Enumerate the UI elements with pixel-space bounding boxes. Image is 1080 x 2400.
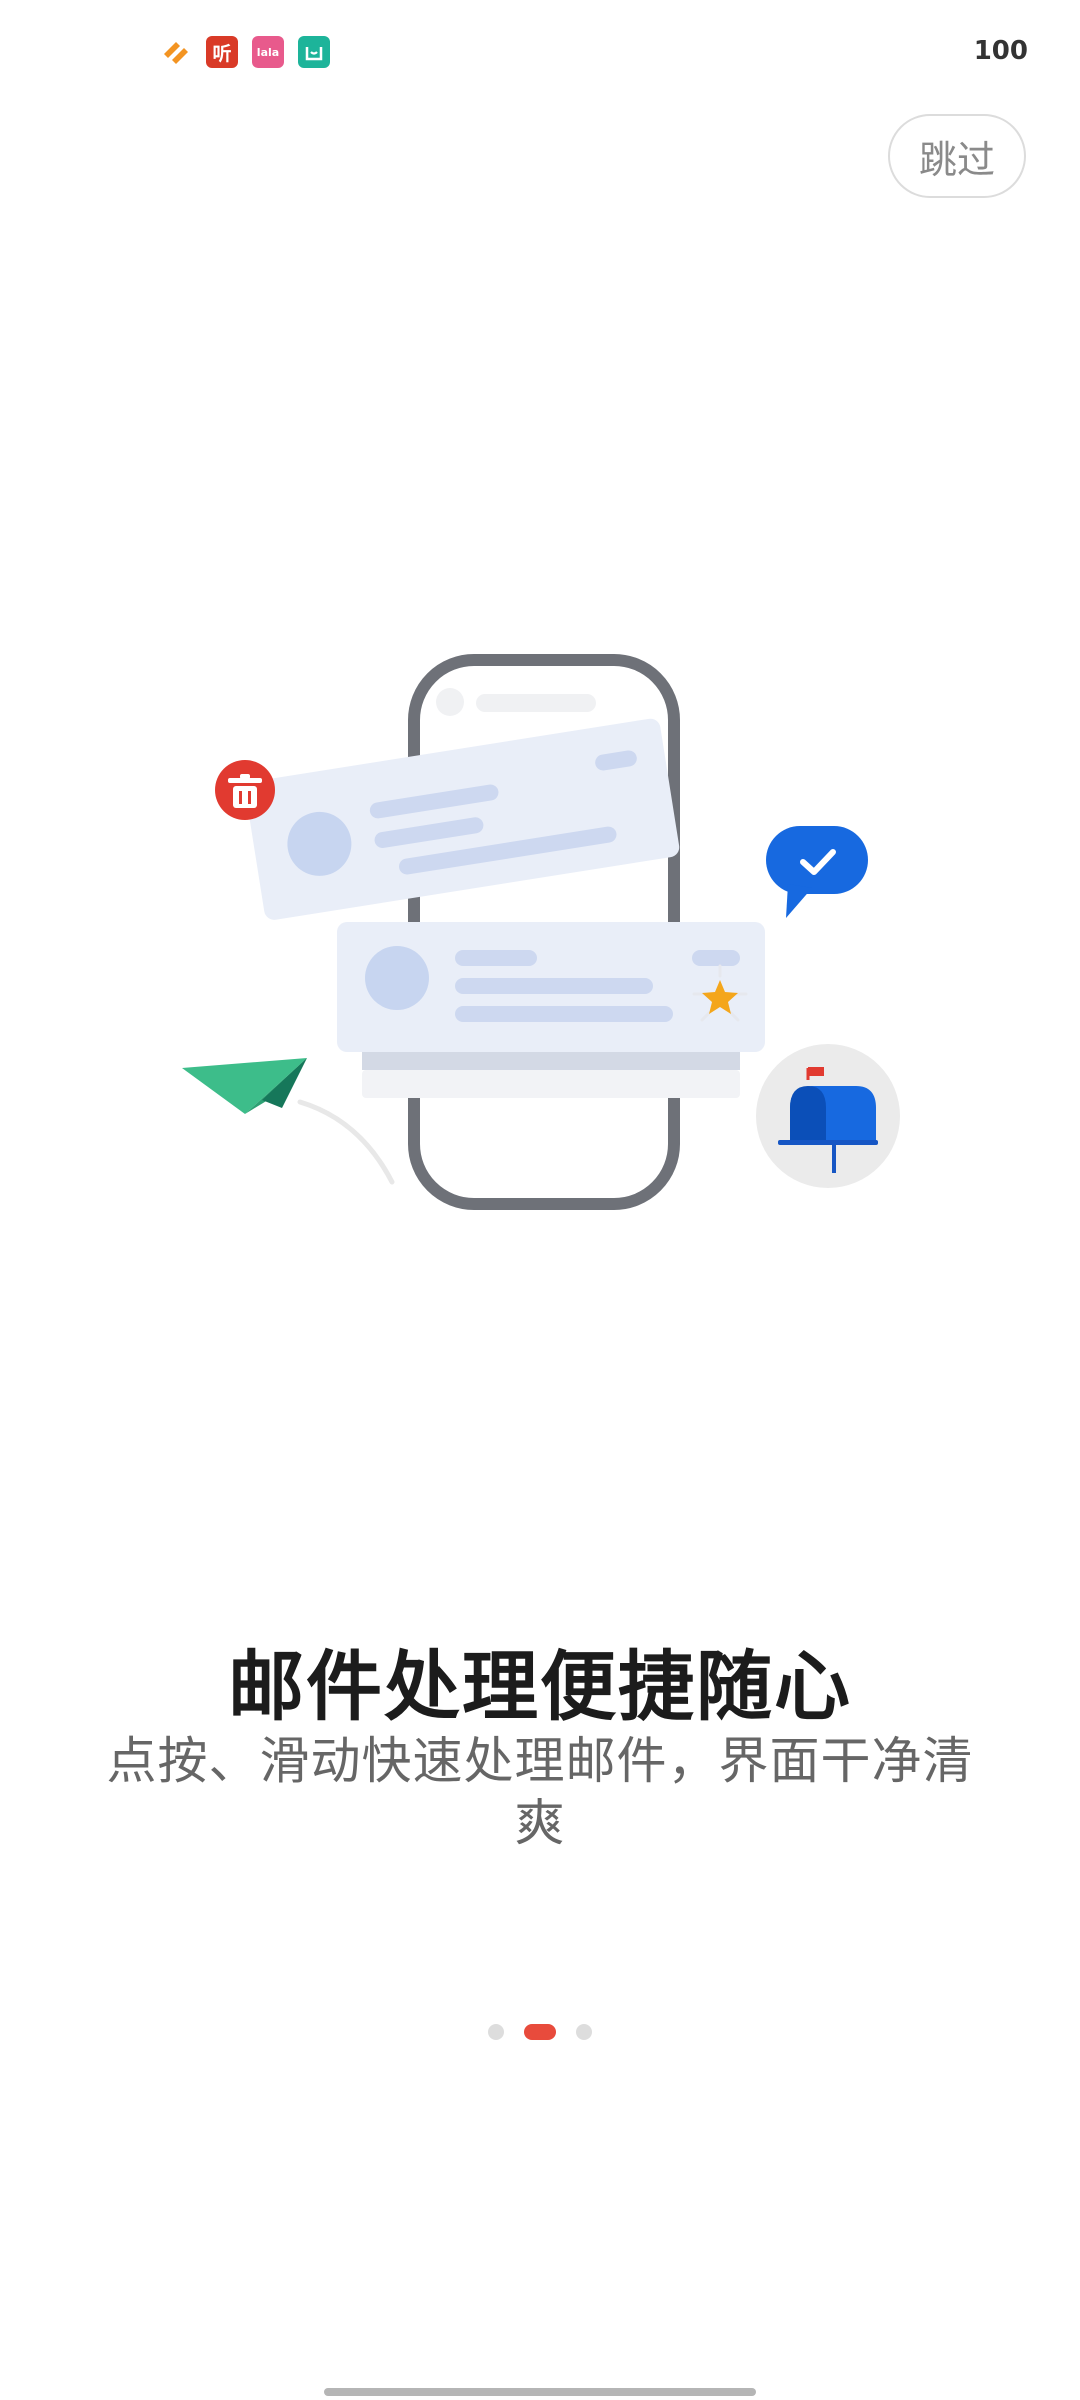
paper-plane-icon [182, 1058, 395, 1185]
delete-badge-icon [215, 760, 275, 820]
status-bar: 听 lala 100 [0, 0, 1080, 100]
home-app-icon [298, 36, 330, 68]
page-subtitle: 点按、滑动快速处理邮件，界面干净清爽 [106, 1732, 974, 1852]
page-dot-2-active[interactable] [524, 2024, 556, 2040]
swiped-mail-card [245, 718, 680, 920]
skip-button[interactable]: 跳过 [888, 114, 1026, 198]
page-indicator [0, 2024, 1080, 2040]
page-dot-3[interactable] [576, 2024, 592, 2040]
mail-card-front [337, 922, 765, 1052]
page-title: 邮件处理便捷随心 [228, 1642, 852, 1731]
chat-check-icon [766, 826, 868, 918]
onboarding-illustration [0, 600, 1080, 1300]
home-indicator[interactable] [324, 2388, 756, 2396]
phone-line [476, 694, 596, 712]
listen-app-icon: 听 [206, 36, 238, 68]
card-tray-lower [362, 1070, 740, 1098]
phone-dot [436, 688, 464, 716]
tag-app-icon [160, 36, 192, 68]
page-dot-1[interactable] [488, 2024, 504, 2040]
mail-illustration [182, 654, 900, 1210]
lala-app-icon: lala [252, 36, 284, 68]
notification-icons: 听 lala [160, 36, 330, 68]
mailbox-icon [756, 1044, 900, 1188]
card-tray [362, 1052, 740, 1070]
battery-level: 100 [973, 36, 1028, 66]
skip-button-label: 跳过 [918, 137, 995, 182]
